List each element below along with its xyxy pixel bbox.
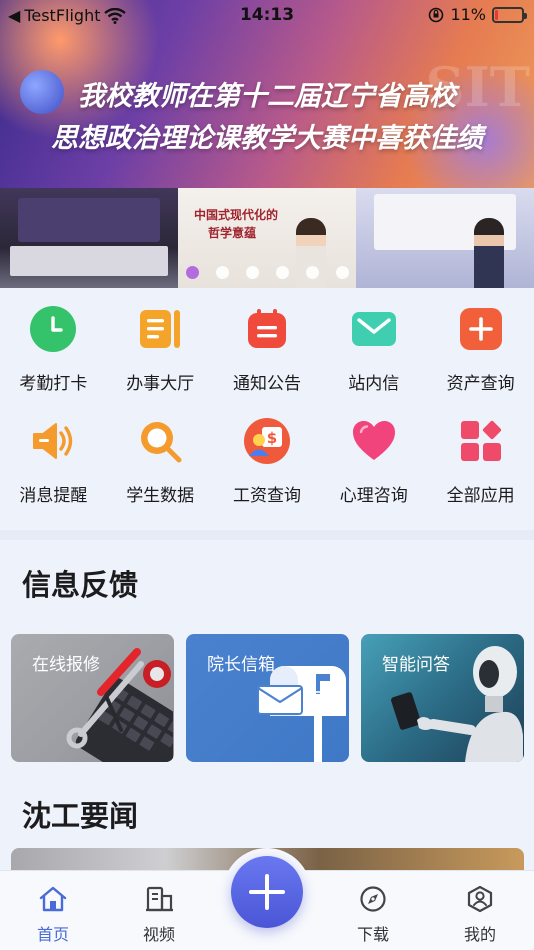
video-building-icon [146, 886, 173, 912]
plus-icon [249, 874, 285, 910]
photo-caption-line2: 哲学意蕴 [208, 226, 257, 240]
card-online-repair[interactable]: 在线报修 [11, 634, 174, 762]
function-label: 消息提醒 [19, 486, 88, 506]
clock-icon [30, 306, 77, 352]
compass-icon [360, 886, 386, 912]
tab-download[interactable]: 下载 [343, 885, 403, 945]
function-counseling[interactable]: 心理咨询 [320, 418, 427, 506]
function-inbox[interactable]: 站内信 [320, 306, 427, 394]
tab-label: 视频 [142, 925, 175, 944]
battery-icon [492, 6, 527, 23]
heart-icon [351, 418, 397, 464]
function-student-data[interactable]: 学生数据 [107, 418, 214, 506]
orientation-lock-icon [429, 7, 444, 22]
salary-icon: $ [243, 418, 290, 464]
function-message-reminder[interactable]: 消息提醒 [0, 418, 107, 506]
tab-label: 我的 [463, 925, 496, 944]
battery-level [495, 9, 498, 20]
news-section-title: 沈工要闻 [22, 799, 139, 833]
function-grid: 考勤打卡 办事大厅 通知公告 站内信 资产查询 消息提醒 学生数据 $ 工资查询… [0, 306, 534, 506]
apps-grid-icon [458, 418, 504, 464]
card-label: 在线报修 [32, 655, 100, 675]
add-button[interactable] [231, 856, 303, 928]
section-divider [0, 530, 534, 540]
function-label: 站内信 [348, 374, 400, 394]
carousel-dot[interactable] [185, 266, 199, 279]
function-notice[interactable]: 通知公告 [214, 306, 321, 394]
function-label: 心理咨询 [339, 486, 408, 506]
envelope-icon [351, 306, 397, 352]
feedback-cards: 在线报修 院长信箱 智能问答 [11, 634, 524, 762]
feedback-section-title: 信息反馈 [22, 568, 139, 602]
function-salary-query[interactable]: $ 工资查询 [214, 418, 321, 506]
carousel-dot[interactable] [215, 266, 229, 279]
calendar-icon [244, 306, 290, 352]
carousel-dot[interactable] [245, 266, 259, 279]
status-bar: ◀ TestFlight 14:13 11% [0, 0, 534, 34]
tab-mine[interactable]: 我的 [450, 885, 510, 945]
profile-icon [467, 885, 493, 913]
function-all-apps[interactable]: 全部应用 [427, 418, 534, 506]
magnifier-icon [137, 418, 183, 464]
function-label: 考勤打卡 [19, 374, 88, 394]
function-attendance[interactable]: 考勤打卡 [0, 306, 107, 394]
function-label: 资产查询 [446, 374, 515, 394]
function-label: 办事大厅 [126, 374, 195, 394]
carousel-dot[interactable] [335, 266, 349, 279]
plus-square-icon [458, 306, 504, 352]
document-list-icon [137, 306, 183, 352]
card-label: 智能问答 [382, 655, 450, 675]
tab-label: 首页 [36, 925, 69, 944]
carousel-dots [0, 266, 534, 279]
battery-percent: 11% [450, 5, 486, 24]
card-president-mailbox[interactable]: 院长信箱 [186, 634, 349, 762]
photo-caption-line1: 中国式现代化的 [194, 208, 279, 222]
carousel-dot[interactable] [305, 266, 319, 279]
banner-title-line2: 思想政治理论课教学大赛中喜获佳绩 [51, 123, 483, 154]
banner-title-line1: 我校教师在第十二届辽宁省高校 [78, 81, 456, 112]
speaker-icon [30, 418, 76, 464]
tab-video[interactable]: 视频 [129, 885, 189, 945]
tab-home[interactable]: 首页 [23, 885, 83, 945]
function-label: 全部应用 [446, 486, 515, 506]
function-service-hall[interactable]: 办事大厅 [107, 306, 214, 394]
carousel-dot[interactable] [275, 266, 289, 279]
function-label: 工资查询 [232, 486, 301, 506]
news-banner-carousel[interactable]: SIT 我校教师在第十二届辽宁省高校 思想政治理论课教学大赛中喜获佳绩 中国式现… [0, 0, 534, 288]
function-label: 学生数据 [126, 486, 195, 506]
tab-label: 下载 [356, 925, 389, 944]
home-icon [39, 886, 67, 912]
svg-text:$: $ [267, 429, 277, 447]
function-label: 通知公告 [232, 374, 301, 394]
card-smart-qa[interactable]: 智能问答 [361, 634, 524, 762]
card-label: 院长信箱 [207, 655, 275, 675]
function-asset-query[interactable]: 资产查询 [427, 306, 534, 394]
banner-title: 我校教师在第十二届辽宁省高校 思想政治理论课教学大赛中喜获佳绩 [0, 76, 534, 160]
